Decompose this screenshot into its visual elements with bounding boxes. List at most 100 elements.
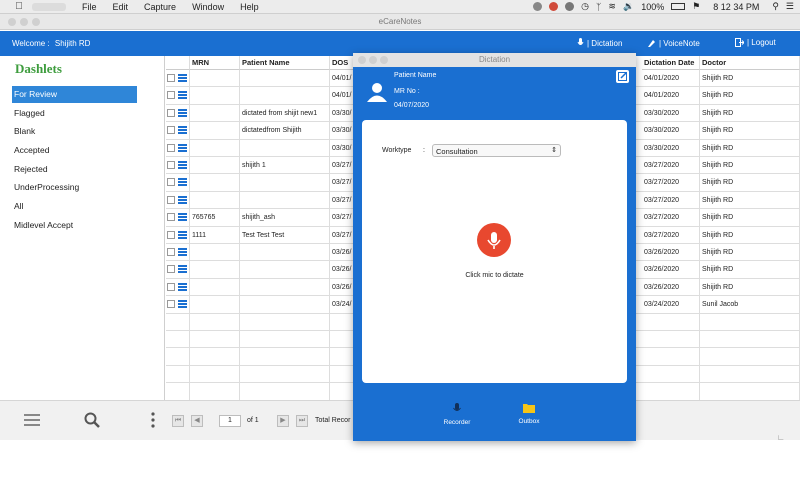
- patient-name-cell: [240, 331, 330, 348]
- time-machine-icon[interactable]: ◷: [581, 1, 589, 12]
- column-header-patient-name[interactable]: Patient Name: [240, 56, 330, 70]
- flag-icon[interactable]: ⚑: [692, 1, 700, 12]
- patient-name-cell: [240, 70, 330, 87]
- row-menu-icon[interactable]: [178, 178, 187, 187]
- list-view-icon[interactable]: [24, 414, 40, 426]
- row-checkbox[interactable]: [167, 265, 175, 274]
- clock[interactable]: 8 12 34 PM: [713, 2, 759, 12]
- column-header-dictation-date[interactable]: Dictation Date: [642, 56, 700, 70]
- column-header-mrn[interactable]: MRN: [190, 56, 240, 70]
- row-checkbox[interactable]: [167, 161, 175, 169]
- menu-edit[interactable]: Edit: [113, 2, 129, 12]
- menu-file[interactable]: File: [82, 2, 97, 12]
- row-menu-icon[interactable]: [178, 300, 187, 309]
- prev-page-icon[interactable]: ◀: [191, 415, 203, 427]
- battery-icon[interactable]: [671, 3, 686, 10]
- row-menu-icon[interactable]: [178, 74, 187, 82]
- row-checkbox[interactable]: [167, 74, 175, 82]
- recorder-tab[interactable]: Recorder: [437, 403, 477, 426]
- first-page-icon[interactable]: ⏮: [172, 415, 184, 427]
- dialog-zoom-button[interactable]: [380, 56, 388, 64]
- row-checkbox[interactable]: [167, 108, 175, 117]
- record-mic-button[interactable]: [477, 223, 511, 257]
- mrn-cell: [190, 313, 240, 331]
- sidebar-item-midlevel-accept[interactable]: Midlevel Accept: [12, 217, 137, 234]
- row-checkbox[interactable]: [167, 195, 175, 204]
- logout-button[interactable]: | Logout: [735, 38, 776, 47]
- next-page-icon[interactable]: ▶: [277, 415, 289, 427]
- outbox-tab[interactable]: Outbox: [509, 403, 549, 425]
- row-menu-icon[interactable]: [178, 195, 187, 204]
- patient-name-cell: [240, 174, 330, 192]
- mrn-cell: [190, 296, 240, 314]
- dialog-minimize-button[interactable]: [369, 56, 377, 64]
- voicenote-button[interactable]: | VoiceNote: [647, 38, 700, 48]
- sidebar-item-accepted[interactable]: Accepted: [12, 142, 137, 159]
- close-window-button[interactable]: [8, 18, 16, 26]
- menu-window[interactable]: Window: [192, 2, 224, 12]
- row-checkbox[interactable]: [167, 282, 175, 291]
- sidebar-item-for-review[interactable]: For Review: [12, 86, 137, 103]
- row-checkbox[interactable]: [167, 230, 175, 239]
- edit-icon[interactable]: [616, 70, 629, 83]
- column-header-doctor[interactable]: Doctor: [700, 56, 800, 70]
- more-options-icon[interactable]: [151, 412, 155, 428]
- tray-app-icon[interactable]: [565, 2, 575, 11]
- row-menu-icon[interactable]: [178, 126, 187, 135]
- zoom-window-button[interactable]: [32, 18, 40, 26]
- battery-percent[interactable]: 100%: [641, 2, 664, 12]
- row-menu-icon[interactable]: [178, 230, 187, 239]
- mrn-cell: [190, 331, 240, 348]
- dialog-close-button[interactable]: [358, 56, 366, 64]
- volume-icon[interactable]: 🔉: [623, 1, 634, 12]
- menu-capture[interactable]: Capture: [144, 2, 176, 12]
- dictation-button[interactable]: | Dictation: [577, 38, 622, 48]
- resize-grip-icon[interactable]: ∟: [777, 433, 785, 442]
- app-menu-name[interactable]: [32, 2, 66, 11]
- row-menu-icon[interactable]: [178, 213, 187, 222]
- row-menu-icon[interactable]: [178, 282, 187, 291]
- row-checkbox[interactable]: [167, 143, 175, 152]
- row-checkbox[interactable]: [167, 126, 175, 135]
- mrn-cell: [190, 383, 240, 401]
- dictation-date-cell: 04/01/2020: [642, 87, 700, 105]
- doctor-cell: Shijith RD: [700, 174, 800, 192]
- row-menu-icon[interactable]: [178, 161, 187, 169]
- search-icon[interactable]: ⚲: [772, 1, 779, 12]
- row-menu-icon[interactable]: [178, 108, 187, 117]
- row-menu-icon[interactable]: [178, 143, 187, 152]
- row-checkbox[interactable]: [167, 300, 175, 309]
- column-header-select[interactable]: [166, 56, 190, 70]
- sidebar-item-rejected[interactable]: Rejected: [12, 161, 137, 178]
- tray-app-icon[interactable]: [549, 2, 559, 11]
- sidebar-item-underprocessing[interactable]: UnderProcessing: [12, 179, 137, 196]
- doctor-cell: Shijith RD: [700, 157, 800, 174]
- minimize-window-button[interactable]: [20, 18, 28, 26]
- control-center-icon[interactable]: ☰: [786, 1, 794, 12]
- menu-help[interactable]: Help: [240, 2, 259, 12]
- row-menu-icon[interactable]: [178, 248, 187, 256]
- row-checkbox[interactable]: [167, 213, 175, 222]
- row-menu-icon[interactable]: [178, 91, 187, 100]
- dictation-date-cell: 03/26/2020: [642, 244, 700, 261]
- apple-menu-icon[interactable]: : [12, 1, 26, 12]
- tray-app-icon[interactable]: [533, 2, 543, 11]
- window-titlebar: eCareNotes: [0, 14, 800, 30]
- bluetooth-icon[interactable]: ᛉ: [596, 2, 601, 12]
- row-checkbox[interactable]: [167, 91, 175, 100]
- sidebar-item-blank[interactable]: Blank: [12, 123, 137, 140]
- row-checkbox[interactable]: [167, 248, 175, 256]
- row-menu-icon[interactable]: [178, 265, 187, 274]
- row-checkbox[interactable]: [167, 178, 175, 187]
- sidebar-item-all[interactable]: All: [12, 198, 137, 215]
- doctor-cell: Shijith RD: [700, 209, 800, 227]
- sidebar-item-flagged[interactable]: Flagged: [12, 105, 137, 122]
- search-icon[interactable]: [84, 412, 100, 428]
- wifi-icon[interactable]: ≋: [608, 1, 616, 12]
- last-page-icon[interactable]: ⏭: [296, 415, 308, 427]
- mic-icon: [577, 38, 584, 45]
- doctor-cell: Shijith RD: [700, 122, 800, 140]
- page-number-input[interactable]: 1: [219, 415, 241, 427]
- worktype-select[interactable]: Consultation ⇕: [432, 144, 561, 157]
- dictation-date-cell: 03/26/2020: [642, 261, 700, 279]
